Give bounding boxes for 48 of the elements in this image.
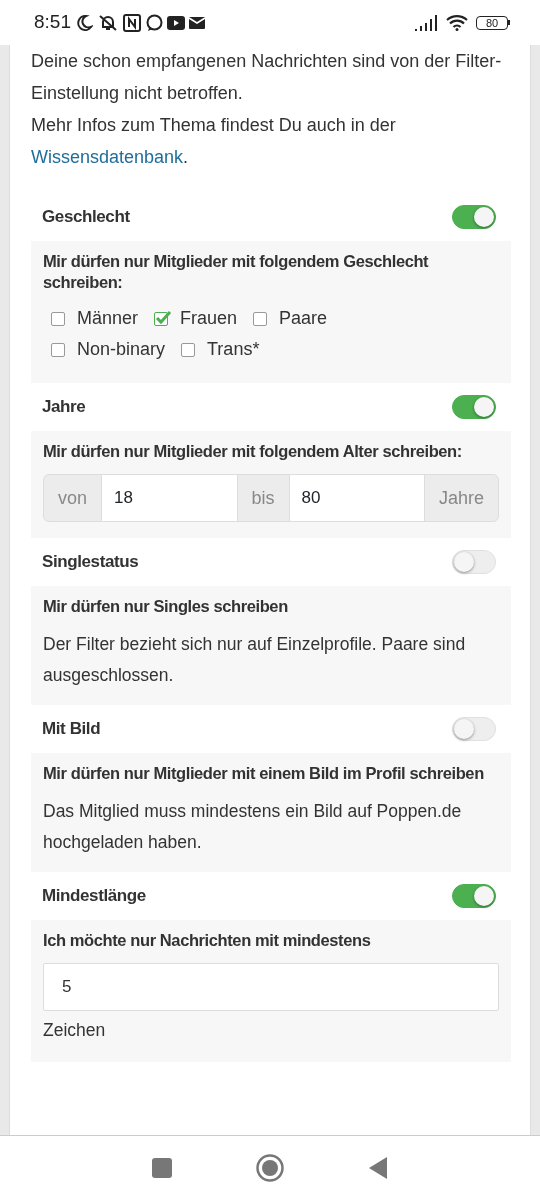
unit-label: Zeichen (43, 1019, 107, 1042)
mail-icon (189, 15, 205, 30)
battery-level: 80 (476, 15, 508, 30)
section-title: Singlestatus (42, 551, 139, 574)
video-icon (167, 15, 185, 30)
wifi-icon (446, 14, 468, 31)
checkbox-label: Paare (279, 307, 328, 330)
to-field[interactable]: 80 (288, 474, 425, 522)
info-text: Mehr Infos zum Thema findest Du auch in der Wissensdatenbank. (31, 114, 397, 169)
recent-apps-icon[interactable] (152, 1158, 172, 1178)
checkbox-label: Non-binary (77, 338, 166, 361)
back-icon[interactable] (368, 1156, 388, 1180)
filter-heading: Mir dürfen nur Mitglieder mit einem Bild im Profil schreiben (43, 763, 485, 784)
section-title: Mindestlänge (42, 885, 146, 908)
moon-icon (75, 13, 93, 32)
section-title: Jahre (42, 396, 86, 419)
section-title: Mit Bild (42, 718, 101, 741)
unit-label: Jahre (424, 474, 499, 522)
nfc-icon (123, 13, 141, 32)
checkbox-label: Frauen (180, 307, 238, 330)
from-field[interactable]: 18 (101, 474, 238, 522)
muted-bell-icon (97, 13, 119, 32)
filter-description: Das Mitglied muss mindestens ein Bild auf Poppen.de hochgeladen haben. (43, 800, 463, 854)
checkbox[interactable] (253, 311, 268, 326)
filter-heading: Mir dürfen nur Singles schreiben (43, 596, 289, 617)
home-icon[interactable] (256, 1154, 284, 1182)
info-text: Deine schon empfangenen Nachrichten sind von der Filter-Einstellung nicht betroffen. (31, 50, 503, 105)
filter-heading: Mir dürfen nur Mitglieder mit folgendem Alter schreiben: (43, 441, 463, 462)
knowledge-base-link[interactable]: Wissensdatenbank (31, 147, 184, 167)
filter-heading: Ich möchte nur Nachrichten mit mindestens (43, 930, 372, 951)
status-time: 8:51 (34, 10, 71, 35)
checkbox[interactable] (51, 342, 65, 357)
filter-heading: Mir dürfen nur Mitglieder mit folgendem Geschlecht schreiben: (43, 251, 430, 293)
checkbox[interactable] (154, 311, 169, 326)
checkbox[interactable] (51, 311, 65, 326)
toggle-switch[interactable] (452, 205, 496, 229)
toggle-switch[interactable] (452, 395, 496, 419)
range-label: bis (236, 474, 290, 522)
checkbox-label: Männer (77, 307, 139, 330)
filter-description: Der Filter bezieht sich nur auf Einzelprofile. Paare sind ausgeschlossen. (43, 633, 467, 687)
toggle-switch[interactable] (452, 884, 496, 908)
section-title: Geschlecht (42, 206, 130, 229)
checkbox[interactable] (181, 342, 196, 357)
chat-icon (145, 13, 163, 32)
signal-icon (414, 14, 438, 31)
checkbox-label: Trans* (207, 338, 260, 361)
range-label: von (43, 474, 103, 522)
number-field[interactable]: 5 (43, 963, 499, 1011)
